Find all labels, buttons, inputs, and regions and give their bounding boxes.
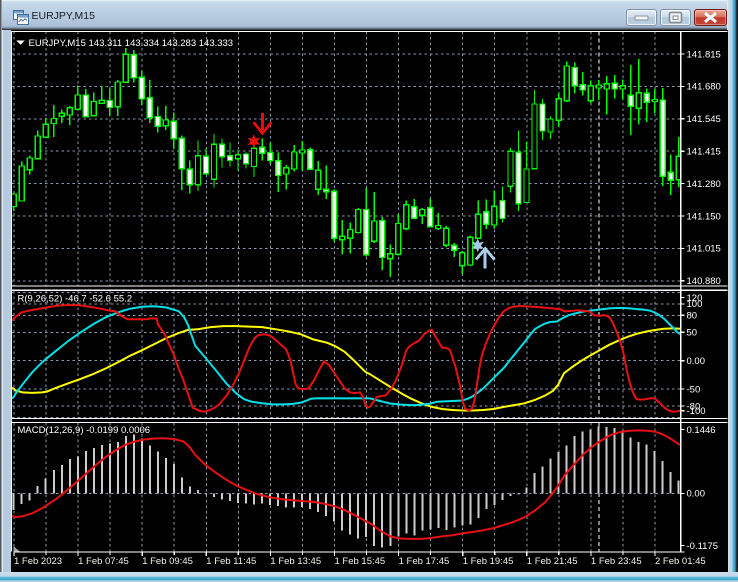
svg-text:0.00: 0.00: [687, 489, 706, 500]
svg-text:-50: -50: [687, 384, 701, 395]
svg-text:100: 100: [687, 299, 703, 310]
svg-text:141.150: 141.150: [687, 211, 721, 222]
svg-text:141.015: 141.015: [687, 244, 721, 255]
svg-text:1 Feb 21:45: 1 Feb 21:45: [527, 556, 578, 567]
svg-text:0.1446: 0.1446: [687, 425, 716, 436]
svg-text:1 Feb 13:45: 1 Feb 13:45: [270, 556, 321, 567]
svg-text:50: 50: [687, 328, 698, 339]
svg-text:EURJPY,M15 143.311 143.334 14: EURJPY,M15 143.311 143.334 143.283 143.3…: [29, 38, 234, 49]
svg-text:1 Feb 09:45: 1 Feb 09:45: [142, 556, 193, 567]
svg-text:1 Feb 19:45: 1 Feb 19:45: [463, 556, 514, 567]
svg-text:141.545: 141.545: [687, 114, 721, 125]
svg-text:1 Feb 11:45: 1 Feb 11:45: [206, 556, 256, 567]
svg-text:R(9,26,52) -46.7 -52.6 55.2: R(9,26,52) -46.7 -52.6 55.2: [18, 294, 133, 305]
svg-text:140.880: 140.880: [687, 276, 721, 287]
svg-text:1 Feb 2023: 1 Feb 2023: [14, 556, 62, 567]
svg-text:MACD(12,26,9) -0.0199 0.0006: MACD(12,26,9) -0.0199 0.0006: [18, 425, 151, 436]
svg-text:141.815: 141.815: [687, 49, 721, 60]
svg-text:1 Feb 15:45: 1 Feb 15:45: [335, 556, 386, 567]
svg-text:141.280: 141.280: [687, 179, 721, 190]
svg-text:-100: -100: [687, 406, 706, 417]
svg-text:141.415: 141.415: [687, 147, 721, 158]
svg-text:1 Feb 07:45: 1 Feb 07:45: [78, 556, 129, 567]
svg-text:141.680: 141.680: [687, 82, 721, 93]
svg-text:1 Feb 17:45: 1 Feb 17:45: [399, 556, 450, 567]
svg-text:-0.1175: -0.1175: [687, 541, 719, 552]
svg-text:1 Feb 23:45: 1 Feb 23:45: [591, 556, 642, 567]
svg-text:80: 80: [687, 311, 698, 322]
svg-text:0.00: 0.00: [687, 356, 706, 367]
svg-text:2 Feb 01:45: 2 Feb 01:45: [655, 556, 706, 567]
